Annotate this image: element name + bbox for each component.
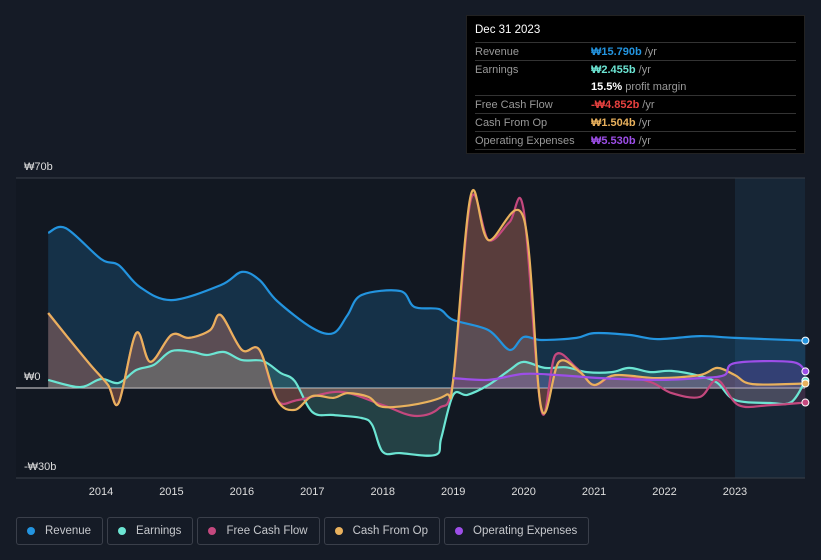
y-tick-label: ₩70b <box>24 161 53 173</box>
tooltip-unit: /yr <box>638 63 651 76</box>
tooltip-row: Revenue ₩15.790b/yr <box>475 43 796 61</box>
tooltip: Dec 31 2023 Revenue ₩15.790b/yr Earnings ₩2… <box>466 15 805 154</box>
legend-dot-icon <box>208 527 217 535</box>
tooltip-row: 15.5% profit margin <box>475 78 796 96</box>
y-tick-label: ₩0 <box>24 371 41 383</box>
x-tick-label: 2023 <box>723 486 747 498</box>
x-tick-label: 2015 <box>159 486 183 498</box>
legend-item-free-cash-flow[interactable]: Free Cash Flow <box>197 517 320 545</box>
tooltip-unit: /yr <box>638 116 651 129</box>
tooltip-unit: /yr <box>638 134 651 147</box>
legend-label: Revenue <box>45 525 92 537</box>
legend-dot-icon <box>118 527 127 535</box>
tooltip-unit: profit margin <box>625 80 687 93</box>
tooltip-row: Operating Expenses ₩5.530b/yr <box>475 132 796 150</box>
x-tick-label: 2020 <box>511 486 535 498</box>
legend-item-revenue[interactable]: Revenue <box>16 517 104 545</box>
legend-label: Free Cash Flow <box>226 525 308 537</box>
y-tick-label: -₩30b <box>24 461 56 473</box>
tooltip-label: Operating Expenses <box>475 134 575 147</box>
legend-dot-icon <box>334 527 343 535</box>
tooltip-value: 15.5% <box>591 80 623 93</box>
x-tick-label: 2019 <box>441 486 465 498</box>
legend: Revenue Earnings Free Cash Flow Cash From O… <box>16 517 590 545</box>
free-cash-flow-end-marker <box>801 398 810 407</box>
x-tick-label: 2016 <box>230 486 254 498</box>
tooltip-row: Free Cash Flow -₩4.852b/yr <box>475 96 796 114</box>
tooltip-unit: /yr <box>644 45 657 58</box>
x-tick-label: 2021 <box>582 486 606 498</box>
x-tick-label: 2017 <box>300 486 324 498</box>
legend-label: Operating Expenses <box>473 525 578 537</box>
forecast-highlight <box>734 178 805 478</box>
tooltip-value: ₩1.504b <box>591 116 636 129</box>
x-tick-label: 2014 <box>89 486 113 498</box>
legend-label: Cash From Op <box>352 525 429 537</box>
x-tick-label: 2022 <box>652 486 676 498</box>
operating-expenses-end-marker <box>801 367 810 376</box>
tooltip-label: Free Cash Flow <box>475 98 553 111</box>
legend-label: Earnings <box>136 525 182 537</box>
legend-item-cash-from-op[interactable]: Cash From Op <box>323 517 441 545</box>
tooltip-row: Earnings ₩2.455b/yr <box>475 61 796 78</box>
legend-item-operating-expenses[interactable]: Operating Expenses <box>444 517 590 545</box>
tooltip-value: -₩4.852b <box>591 98 640 111</box>
tooltip-date: Dec 31 2023 <box>475 24 796 43</box>
tooltip-row: Cash From Op ₩1.504b/yr <box>475 114 796 132</box>
tooltip-label: Earnings <box>475 63 519 76</box>
tooltip-value: ₩5.530b <box>591 134 636 147</box>
x-tick-label: 2018 <box>371 486 395 498</box>
tooltip-label: Revenue <box>475 45 520 58</box>
revenue-end-marker <box>801 336 810 345</box>
legend-dot-icon <box>27 527 35 535</box>
tooltip-value: ₩2.455b <box>591 63 636 76</box>
tooltip-unit: /yr <box>642 98 655 111</box>
cash-from-op-end-marker <box>801 379 810 388</box>
tooltip-value: ₩15.790b <box>591 45 642 58</box>
legend-dot-icon <box>455 527 464 535</box>
tooltip-label: Cash From Op <box>475 116 548 129</box>
legend-item-earnings[interactable]: Earnings <box>107 517 194 545</box>
